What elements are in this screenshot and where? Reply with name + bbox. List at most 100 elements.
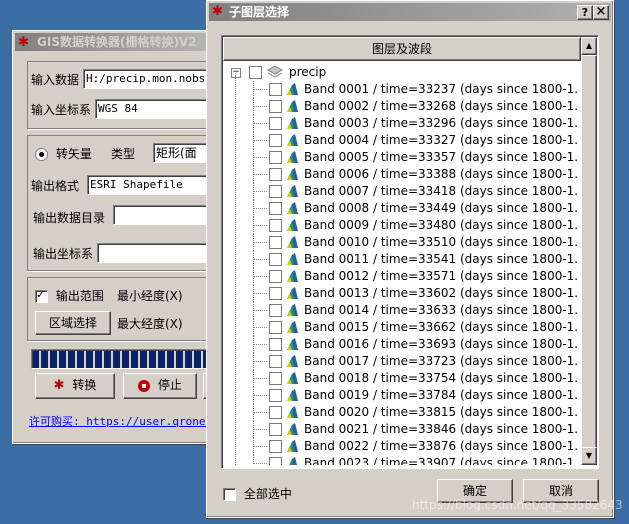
band-checkbox[interactable] <box>269 185 282 198</box>
band-row[interactable]: Band 0022 / time=33876 (days since 1800-… <box>223 438 579 455</box>
band-checkbox[interactable] <box>269 202 282 215</box>
expander-box[interactable]: − <box>231 68 241 78</box>
band-row[interactable]: Band 0004 / time=33327 (days since 1800-… <box>223 132 579 149</box>
tree-branch-line <box>253 344 267 345</box>
tree-root-row[interactable]: − precip <box>223 64 579 81</box>
tree-branch-line <box>253 208 267 209</box>
band-checkbox[interactable] <box>269 406 282 419</box>
band-checkbox[interactable] <box>269 321 282 334</box>
band-row[interactable]: Band 0008 / time=33449 (days since 1800-… <box>223 200 579 217</box>
band-checkbox[interactable] <box>269 134 282 147</box>
input-crs-field[interactable]: WGS 84 <box>95 99 217 119</box>
band-row[interactable]: Band 0013 / time=33602 (days since 1800-… <box>223 285 579 302</box>
band-checkbox[interactable] <box>269 219 282 232</box>
band-row[interactable]: Band 0019 / time=33784 (days since 1800-… <box>223 387 579 404</box>
root-checkbox[interactable] <box>249 66 262 79</box>
band-label: Band 0018 / time=33754 (days since 1800-… <box>304 371 579 385</box>
band-checkbox[interactable] <box>269 83 282 96</box>
band-checkbox[interactable] <box>269 117 282 130</box>
raster-band-icon <box>287 406 298 418</box>
band-row[interactable]: Band 0007 / time=33418 (days since 1800-… <box>223 183 579 200</box>
band-row[interactable]: Band 0016 / time=33693 (days since 1800-… <box>223 336 579 353</box>
tree-branch-line <box>253 412 267 413</box>
band-row[interactable]: Band 0017 / time=33723 (days since 1800-… <box>223 353 579 370</box>
band-checkbox[interactable] <box>269 304 282 317</box>
raster-band-icon <box>287 355 298 367</box>
band-label: Band 0019 / time=33784 (days since 1800-… <box>304 388 579 402</box>
output-extent-checkbox[interactable]: 输出范围 <box>35 287 104 304</box>
raster-band-icon <box>287 134 298 146</box>
tree-guide-line <box>253 404 254 421</box>
raster-band-icon <box>287 151 298 163</box>
tree-guide-line <box>253 98 254 115</box>
close-button[interactable]: × <box>593 5 609 20</box>
band-label: Band 0014 / time=33633 (days since 1800-… <box>304 303 579 317</box>
scroll-down-button[interactable]: ▼ <box>581 447 597 465</box>
band-label: Band 0016 / time=33693 (days since 1800-… <box>304 337 579 351</box>
output-crs-field[interactable] <box>97 243 215 263</box>
band-label: Band 0002 / time=33268 (days since 1800-… <box>304 99 579 113</box>
band-label: Band 0009 / time=33480 (days since 1800-… <box>304 218 579 232</box>
band-row[interactable]: Band 0015 / time=33662 (days since 1800-… <box>223 319 579 336</box>
band-row[interactable]: Band 0009 / time=33480 (days since 1800-… <box>223 217 579 234</box>
band-row[interactable]: Band 0005 / time=33357 (days since 1800-… <box>223 149 579 166</box>
tree-guide-line <box>253 166 254 183</box>
band-checkbox[interactable] <box>269 151 282 164</box>
raster-band-icon <box>287 83 298 95</box>
band-row[interactable]: Band 0010 / time=33510 (days since 1800-… <box>223 234 579 251</box>
band-checkbox[interactable] <box>269 355 282 368</box>
band-checkbox[interactable] <box>269 457 282 465</box>
license-link[interactable]: 许可购买: https://user.qrone.c <box>29 413 219 429</box>
help-button[interactable]: ? <box>577 5 593 20</box>
tree-guide-line <box>253 200 254 217</box>
band-checkbox[interactable] <box>269 253 282 266</box>
region-select-button[interactable]: 区域选择 <box>35 311 111 335</box>
main-titlebar[interactable]: ✱ GIS数据转换器(栅格转换)V2 <box>15 33 221 51</box>
band-row[interactable]: Band 0018 / time=33754 (days since 1800-… <box>223 370 579 387</box>
band-checkbox[interactable] <box>269 372 282 385</box>
dialog-titlebar[interactable]: ✱ 子图层选择 ? × <box>209 3 611 21</box>
band-row[interactable]: Band 0023 / time=33907 (days since 1800-… <box>223 455 579 465</box>
output-format-select[interactable]: ESRI Shapefile <box>87 175 217 195</box>
band-row[interactable]: Band 0021 / time=33846 (days since 1800-… <box>223 421 579 438</box>
scroll-up-button[interactable]: ▲ <box>581 37 597 55</box>
band-checkbox[interactable] <box>269 423 282 436</box>
band-checkbox[interactable] <box>269 236 282 249</box>
min-lon-label: 最小经度(X) <box>117 289 183 303</box>
tree-column-header[interactable]: 图层及波段 <box>223 37 581 61</box>
input-data-field[interactable]: H:/precip.mon.nobs.1 <box>83 69 217 89</box>
band-row[interactable]: Band 0001 / time=33237 (days since 1800-… <box>223 81 579 98</box>
raster-band-icon <box>287 321 298 333</box>
band-checkbox[interactable] <box>269 270 282 283</box>
band-checkbox[interactable] <box>269 100 282 113</box>
band-row[interactable]: Band 0012 / time=33571 (days since 1800-… <box>223 268 579 285</box>
band-checkbox[interactable] <box>269 440 282 453</box>
type-label: 类型 <box>111 147 136 161</box>
stop-button[interactable]: 停止 <box>123 373 197 399</box>
to-vector-radio[interactable]: 转矢量 <box>35 145 92 162</box>
band-row[interactable]: Band 0014 / time=33633 (days since 1800-… <box>223 302 579 319</box>
band-row[interactable]: Band 0003 / time=33296 (days since 1800-… <box>223 115 579 132</box>
scroll-thumb[interactable] <box>581 55 597 449</box>
vertical-scrollbar[interactable]: ▲ ▼ <box>581 37 597 465</box>
band-row[interactable]: Band 0020 / time=33815 (days since 1800-… <box>223 404 579 421</box>
band-checkbox[interactable] <box>269 338 282 351</box>
input-data-label: 输入数据 <box>31 73 80 87</box>
band-checkbox[interactable] <box>269 389 282 402</box>
tree-branch-line <box>253 157 267 158</box>
select-all-checkbox[interactable]: 全部选中 <box>223 485 292 502</box>
tree-branch-line <box>253 259 267 260</box>
band-checkbox[interactable] <box>269 287 282 300</box>
tree-guide-line <box>253 319 254 336</box>
raster-band-icon <box>287 440 298 452</box>
raster-band-icon <box>287 117 298 129</box>
band-row[interactable]: Band 0011 / time=33541 (days since 1800-… <box>223 251 579 268</box>
band-row[interactable]: Band 0002 / time=33268 (days since 1800-… <box>223 98 579 115</box>
band-checkbox[interactable] <box>269 168 282 181</box>
band-row[interactable]: Band 0006 / time=33388 (days since 1800-… <box>223 166 579 183</box>
output-dir-field[interactable] <box>113 205 215 225</box>
band-label: Band 0005 / time=33357 (days since 1800-… <box>304 150 579 164</box>
convert-button[interactable]: ✱ 转换 <box>35 373 115 399</box>
raster-band-icon <box>287 423 298 435</box>
band-label: Band 0007 / time=33418 (days since 1800-… <box>304 184 579 198</box>
